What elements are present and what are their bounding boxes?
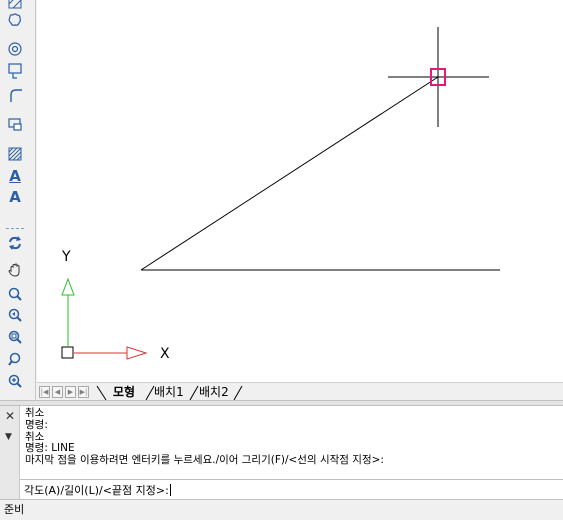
zoom-window-icon[interactable] xyxy=(5,327,25,347)
toolbar-separator xyxy=(6,228,24,229)
zoom-icon[interactable] xyxy=(5,284,25,304)
history-line: 취소 xyxy=(25,430,45,443)
fillet-icon[interactable] xyxy=(5,85,25,105)
text-icon[interactable]: A xyxy=(5,166,25,186)
text-caret xyxy=(169,484,171,496)
close-icon[interactable]: ✕ xyxy=(5,410,15,422)
history-line: 마지막 점을 이용하려면 엔터키를 누르세요./이어 그리기(F)/<선의 시작… xyxy=(25,454,384,467)
regen-icon[interactable] xyxy=(5,233,25,253)
next-tab-icon[interactable]: ▶ xyxy=(65,386,76,398)
block-icon[interactable] xyxy=(5,114,25,134)
first-tab-icon[interactable]: |◀ xyxy=(39,386,50,398)
status-text: 준비 xyxy=(4,503,25,516)
region-icon[interactable] xyxy=(5,61,25,81)
command-window-handle: ✕ ▼ xyxy=(0,406,20,499)
donut-icon[interactable] xyxy=(5,39,25,59)
draw-toolbar: A A xyxy=(0,0,36,400)
multiline-text-icon[interactable]: A xyxy=(5,187,25,207)
ucs-icon: Y X xyxy=(61,249,170,362)
layout-tabs-bar: |◀ ◀ ▶ ▶| 모형 배치1 배치2 xyxy=(37,382,563,401)
dropdown-arrow-icon[interactable]: ▼ xyxy=(5,432,12,442)
tab-model[interactable]: 모형 xyxy=(113,383,135,401)
zoom-previous-icon[interactable] xyxy=(5,305,25,325)
tab-layout2[interactable]: 배치2 xyxy=(199,383,229,401)
pan-icon[interactable] xyxy=(5,260,25,280)
zoom-realtime-icon[interactable] xyxy=(5,349,25,369)
tab-layout1[interactable]: 배치1 xyxy=(154,383,184,401)
ucs-y-label: Y xyxy=(61,249,71,265)
rubber-band-line xyxy=(140,76,439,271)
crosshair-cursor xyxy=(388,27,489,127)
drawing-surface: Y X xyxy=(61,27,500,362)
command-prompt: 각도(A)/길이(L)/<끝점 지정>: xyxy=(24,484,169,497)
zoom-in-icon[interactable] xyxy=(5,371,25,391)
command-history: 취소 명령: 취소 명령: LINE 마지막 점을 이용하려면 엔터키를 누르세… xyxy=(20,406,563,479)
command-input[interactable]: 각도(A)/길이(L)/<끝점 지정>: xyxy=(20,479,563,499)
ucs-x-label: X xyxy=(160,346,170,362)
last-tab-icon[interactable]: ▶| xyxy=(78,386,89,398)
drawing-canvas[interactable]: Y X xyxy=(37,0,563,382)
status-bar: 준비 xyxy=(0,499,563,520)
hatch-icon[interactable] xyxy=(5,144,25,164)
history-line: 취소 xyxy=(25,407,45,419)
prev-tab-icon[interactable]: ◀ xyxy=(52,386,63,398)
revision-cloud-icon[interactable] xyxy=(5,10,25,30)
history-line: 명령: xyxy=(25,418,48,431)
